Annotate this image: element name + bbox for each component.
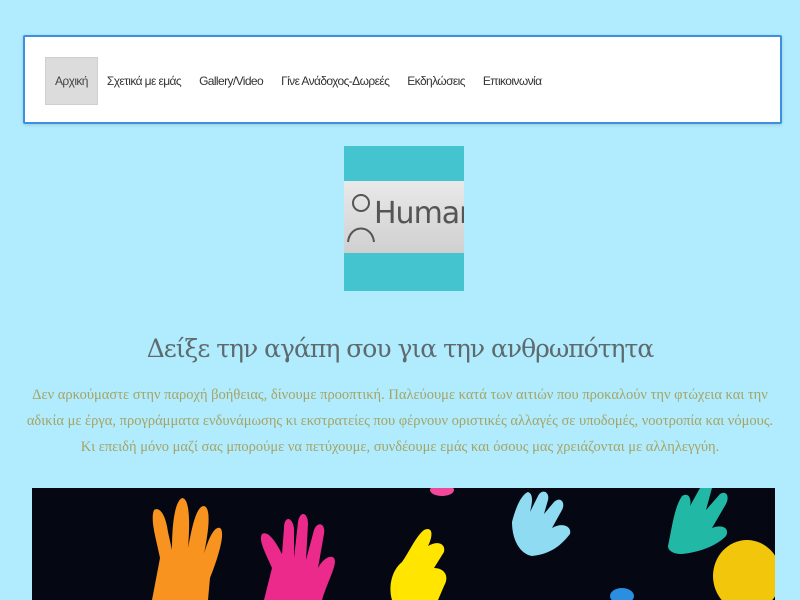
site-logo[interactable]: Humanity [344,146,464,291]
blue-shape [610,588,634,600]
intro-paragraph: Δεν αρκούμαστε στην παροχή βοήθειας, δίν… [26,387,774,455]
nav-item-contact[interactable]: Επικοινωνία [474,57,551,105]
nav-item-sponsor-donations[interactable]: Γίνε Ανάδοχος-Δωρεές [272,57,398,105]
person-outline-icon [347,194,375,243]
colorful-hands-illustration [152,488,775,600]
nav-menu: Αρχική Σχετικά με εμάς Gallery/Video Γίν… [45,57,550,105]
logo-text: Humanity [374,196,464,231]
logo-plate: Humanity [344,181,464,253]
nav-item-events[interactable]: Εκδηλώσεις [398,57,474,105]
yellow-blob [713,540,775,600]
nav-item-gallery[interactable]: Gallery/Video [190,57,272,105]
pink-shape [430,488,454,496]
main-navigation: Αρχική Σχετικά με εμάς Gallery/Video Γίν… [23,35,782,124]
teal-hand [668,488,728,554]
nav-item-about[interactable]: Σχετικά με εμάς [98,57,190,105]
magenta-hand [260,513,335,600]
hands-banner-image [32,488,775,600]
light-blue-hand [512,491,571,556]
orange-hand [152,498,223,600]
nav-item-home[interactable]: Αρχική [45,57,98,105]
page-headline: Δείξε την αγάπη σου για την ανθρωπότητα [146,334,655,363]
yellow-hand [390,528,447,600]
